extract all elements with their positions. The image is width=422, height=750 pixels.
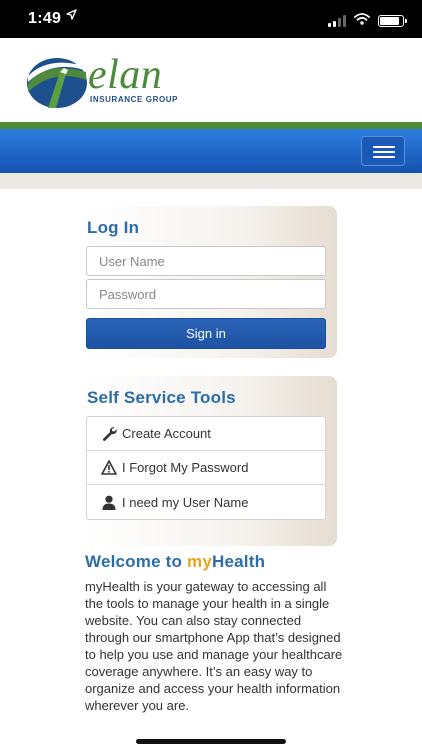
- elan-logo-mark-icon: [27, 58, 87, 108]
- warning-icon: [101, 460, 117, 476]
- login-title: Log In: [87, 218, 140, 237]
- logo-subtitle: INSURANCE GROUP: [90, 95, 179, 104]
- user-icon: [101, 494, 117, 510]
- sign-in-button[interactable]: Sign in: [86, 318, 326, 349]
- forgot-password-label: I Forgot My Password: [122, 460, 249, 475]
- wrench-icon: [101, 426, 117, 442]
- elan-logo[interactable]: elan INSURANCE GROUP: [26, 52, 186, 112]
- nav-shadow-band: [0, 173, 422, 189]
- location-arrow-icon: [66, 9, 77, 23]
- self-service-panel: Self Service Tools Create Account I Forg…: [84, 376, 337, 546]
- forgot-password-link[interactable]: I Forgot My Password: [87, 451, 325, 485]
- self-service-title: Self Service Tools: [87, 388, 236, 407]
- status-icons: [328, 12, 407, 30]
- wifi-icon: [354, 12, 370, 30]
- username-input[interactable]: [86, 246, 326, 276]
- welcome-title-suffix: Health: [212, 552, 266, 571]
- cellular-signal-icon: [328, 15, 346, 27]
- welcome-title-prefix: Welcome to: [85, 552, 188, 571]
- battery-icon: [378, 15, 407, 27]
- header-green-stripe: [0, 122, 422, 129]
- welcome-body: myHealth is your gateway to accessing al…: [85, 579, 343, 713]
- hamburger-menu-button[interactable]: [361, 136, 405, 166]
- home-indicator[interactable]: [136, 739, 286, 744]
- logo-wordmark: elan: [88, 52, 163, 98]
- create-account-link[interactable]: Create Account: [87, 417, 325, 451]
- forgot-username-label: I need my User Name: [122, 494, 249, 510]
- logo-header: elan INSURANCE GROUP: [0, 38, 422, 122]
- status-bar: 1:49: [0, 0, 422, 38]
- self-service-list: Create Account I Forgot My Password I ne…: [86, 416, 326, 520]
- forgot-username-link[interactable]: I need my User Name: [87, 485, 325, 519]
- password-input[interactable]: [86, 279, 326, 309]
- login-panel: Log In Sign in: [84, 206, 337, 358]
- welcome-title: Welcome to myHealth: [85, 552, 265, 572]
- hamburger-menu-icon: [373, 146, 395, 148]
- nav-bar: [0, 129, 422, 173]
- create-account-label: Create Account: [122, 426, 211, 441]
- welcome-title-highlight: my: [187, 552, 213, 571]
- status-time: 1:49: [28, 10, 62, 27]
